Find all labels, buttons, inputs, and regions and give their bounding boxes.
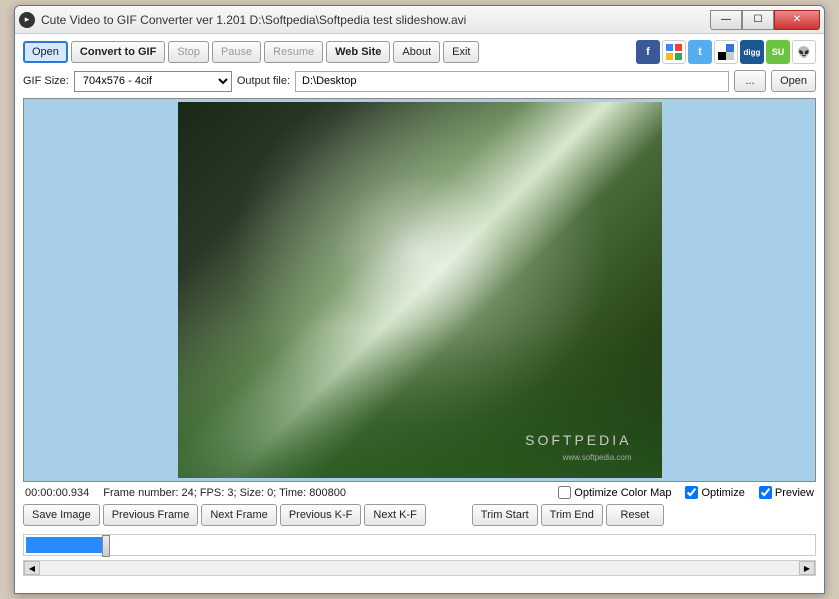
time-label: 00:00:00.934 (25, 487, 89, 499)
facebook-icon[interactable]: f (636, 40, 660, 64)
browse-button[interactable]: ... (734, 70, 766, 92)
gifsize-select[interactable]: 704x576 - 4cif (74, 71, 232, 92)
app-icon: ▸ (19, 12, 35, 28)
watermark-sub: www.softpedia.com (563, 453, 632, 462)
output-label: Output file: (237, 75, 290, 87)
optimize-colormap-checkbox[interactable] (558, 486, 571, 499)
scroll-left-icon[interactable]: ◀ (24, 561, 40, 575)
close-button[interactable]: ✕ (774, 10, 820, 30)
watermark: SOFTPEDIA (525, 432, 631, 448)
next-frame-button[interactable]: Next Frame (201, 504, 276, 526)
preview-check[interactable]: Preview (759, 486, 814, 499)
main-toolbar: Open Convert to GIF Stop Pause Resume We… (23, 40, 816, 64)
settings-row: GIF Size: 704x576 - 4cif Output file: ..… (23, 70, 816, 92)
prev-kf-button[interactable]: Previous K-F (280, 504, 362, 526)
open-output-button[interactable]: Open (771, 70, 816, 92)
save-image-button[interactable]: Save Image (23, 504, 100, 526)
frame-info: Frame number: 24; FPS: 3; Size: 0; Time:… (103, 487, 346, 499)
website-button[interactable]: Web Site (326, 41, 390, 63)
window-title: Cute Video to GIF Converter ver 1.201 D:… (41, 13, 710, 27)
frame-toolbar: Save Image Previous Frame Next Frame Pre… (23, 504, 816, 526)
minimize-button[interactable]: — (710, 10, 742, 30)
reddit-icon[interactable]: 👽 (792, 40, 816, 64)
open-button[interactable]: Open (23, 41, 68, 63)
preview-area: SOFTPEDIA www.softpedia.com (23, 98, 816, 482)
google-icon[interactable] (662, 40, 686, 64)
preview-checkbox[interactable] (759, 486, 772, 499)
digg-icon[interactable]: digg (740, 40, 764, 64)
stumbleupon-icon[interactable]: SU (766, 40, 790, 64)
convert-button[interactable]: Convert to GIF (71, 41, 165, 63)
optimize-checkbox[interactable] (685, 486, 698, 499)
resume-button[interactable]: Resume (264, 41, 323, 63)
twitter-icon[interactable]: t (688, 40, 712, 64)
prev-frame-button[interactable]: Previous Frame (103, 504, 199, 526)
optimize-colormap-check[interactable]: Optimize Color Map (558, 486, 671, 499)
optimize-check[interactable]: Optimize (685, 486, 744, 499)
titlebar[interactable]: ▸ Cute Video to GIF Converter ver 1.201 … (15, 6, 824, 34)
delicious-icon[interactable] (714, 40, 738, 64)
social-buttons: f t digg SU 👽 (636, 40, 816, 64)
trim-end-button[interactable]: Trim End (541, 504, 603, 526)
app-window: ▸ Cute Video to GIF Converter ver 1.201 … (14, 5, 825, 594)
exit-button[interactable]: Exit (443, 41, 479, 63)
trim-start-button[interactable]: Trim Start (472, 504, 538, 526)
maximize-button[interactable]: ☐ (742, 10, 774, 30)
pause-button[interactable]: Pause (212, 41, 261, 63)
seek-thumb[interactable] (102, 535, 110, 557)
video-frame: SOFTPEDIA www.softpedia.com (178, 102, 662, 478)
about-button[interactable]: About (393, 41, 440, 63)
next-kf-button[interactable]: Next K-F (364, 504, 425, 526)
seek-bar[interactable] (23, 534, 816, 556)
stop-button[interactable]: Stop (168, 41, 209, 63)
scroll-right-icon[interactable]: ▶ (799, 561, 815, 575)
status-row: 00:00:00.934 Frame number: 24; FPS: 3; S… (23, 486, 816, 499)
horizontal-scrollbar[interactable]: ◀ ▶ (23, 560, 816, 576)
output-input[interactable] (295, 71, 729, 92)
gifsize-label: GIF Size: (23, 75, 69, 87)
reset-button[interactable]: Reset (606, 504, 664, 526)
seek-fill (26, 537, 104, 553)
